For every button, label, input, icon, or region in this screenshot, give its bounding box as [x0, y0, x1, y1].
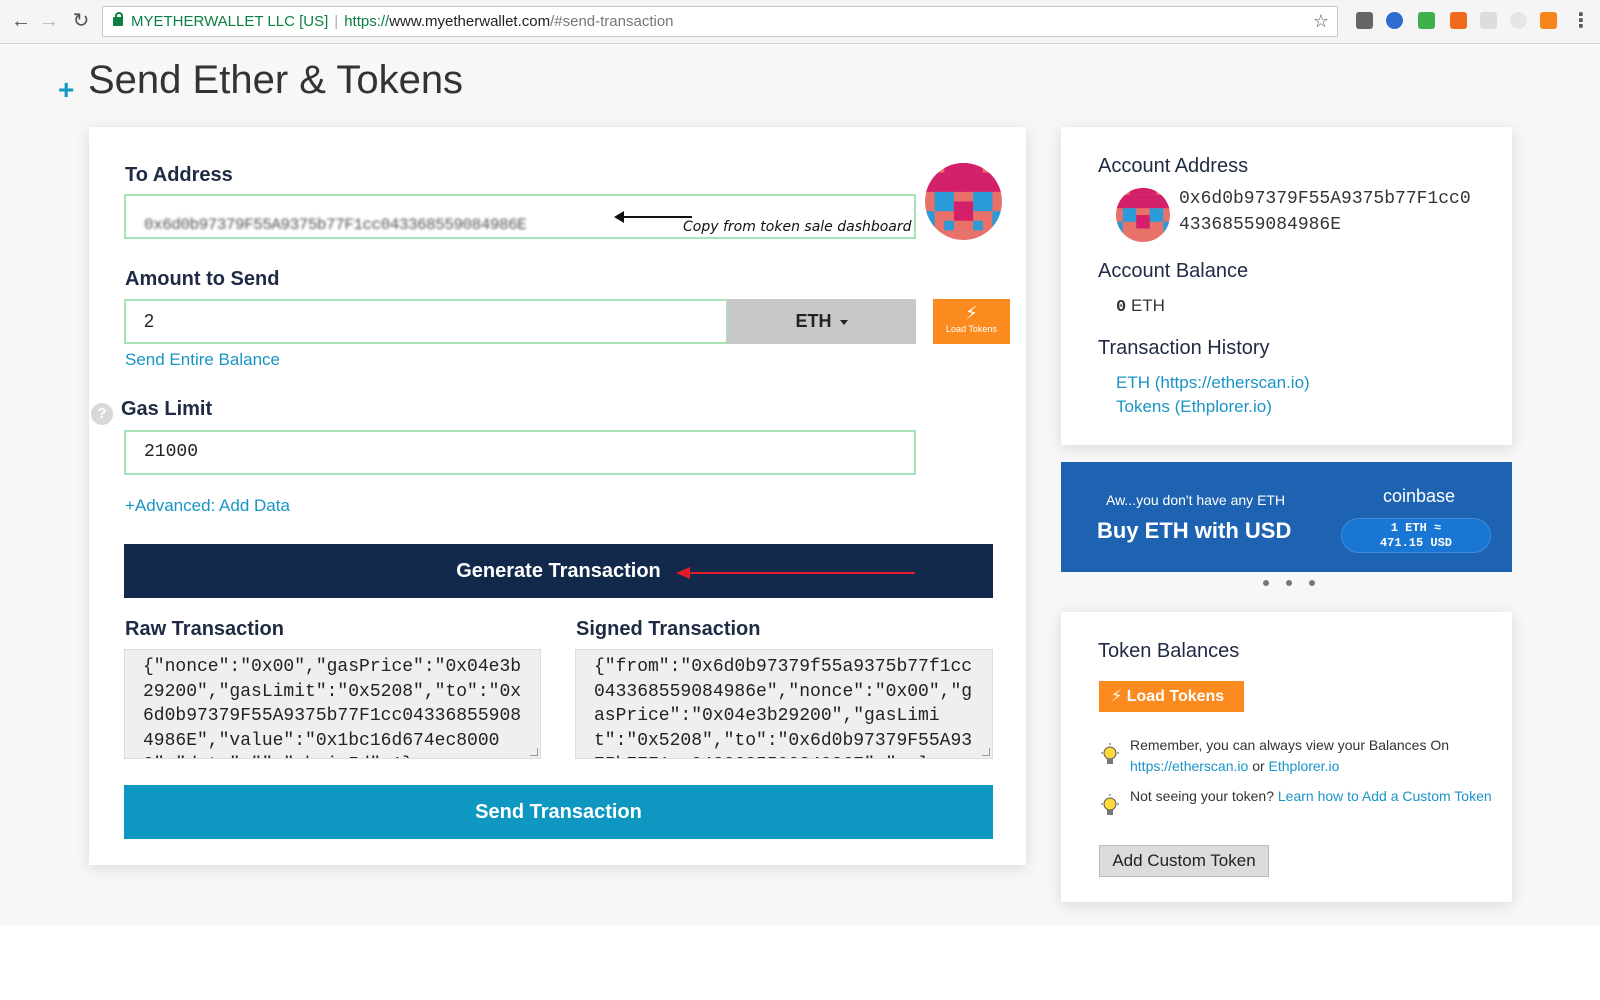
signed-transaction-textarea[interactable]: {"from":"0x6d0b97379f55a9375b77f1cc04336…	[575, 649, 993, 759]
browser-chrome: ← → ↻ MYETHERWALLET LLC [US] | https://www…	[0, 0, 1600, 44]
gas-limit-label: Gas Limit	[121, 398, 213, 420]
advanced-add-data-link[interactable]: +Advanced: Add Data	[125, 496, 290, 516]
forward-icon[interactable]: →	[36, 8, 62, 34]
account-address-title: Account Address	[1098, 155, 1249, 177]
carousel-dot[interactable]	[1263, 580, 1269, 586]
to-address-label: To Address	[125, 164, 233, 186]
extension-profile-icon[interactable]	[1386, 12, 1403, 29]
token-balances-title: Token Balances	[1098, 640, 1240, 662]
ev-certificate-name: MYETHERWALLET LLC [US]	[131, 13, 329, 30]
address-bar[interactable]: MYETHERWALLET LLC [US] | https://www.myeth…	[102, 6, 1338, 37]
unit-dropdown-label: ETH	[795, 311, 832, 331]
lightning-icon: ⚡	[1111, 688, 1123, 705]
account-balance-title: Account Balance	[1098, 260, 1249, 282]
generate-transaction-button[interactable]: Generate Transaction	[124, 544, 993, 598]
generate-transaction-label: Generate Transaction	[456, 560, 661, 582]
transaction-history-title: Transaction History	[1098, 337, 1270, 359]
tip-view-balances: Remember, you can always view your Balan…	[1130, 735, 1500, 777]
tip1-ethplorer-link[interactable]: Ethplorer.io	[1269, 758, 1340, 774]
load-tokens-label: Load Tokens	[1126, 688, 1225, 705]
tip2-text: Not seeing your token?	[1130, 788, 1274, 804]
signed-transaction-label: Signed Transaction	[576, 618, 761, 640]
annotation-text: Copy from token sale dashboard	[683, 219, 912, 235]
send-transaction-button[interactable]: Send Transaction	[124, 785, 993, 839]
lightning-icon: ⚡	[965, 303, 978, 323]
load-tokens-mini-label: Load Tokens	[946, 324, 997, 334]
annotation-arrow	[614, 211, 692, 223]
history-ethplorer-link[interactable]: Tokens (Ethplorer.io)	[1116, 397, 1272, 417]
lightbulb-icon	[1101, 743, 1119, 764]
extension-reader-icon[interactable]	[1356, 12, 1373, 29]
account-address-line2: 43368559084986E	[1179, 215, 1342, 235]
lock-icon	[113, 12, 123, 26]
plus-icon: +	[58, 74, 75, 105]
rate-line2: 471.15 USD	[1379, 536, 1452, 550]
page-title: Send Ether & Tokens	[88, 58, 464, 102]
balance-unit: ETH	[1130, 296, 1165, 315]
url-scheme: https://	[344, 13, 390, 30]
tip-custom-token: Not seeing your token? Learn how to Add …	[1130, 786, 1500, 807]
banner-big-text: Buy ETH with USD	[1097, 518, 1292, 543]
coinbase-banner[interactable]: Aw...you don't have any ETH Buy ETH with…	[1061, 462, 1512, 572]
extension-circle-icon[interactable]	[1510, 12, 1527, 29]
bookmark-star-icon[interactable]: ☆	[1313, 7, 1329, 36]
resize-handle-icon[interactable]	[982, 748, 990, 756]
tip2-custom-token-link[interactable]: Learn how to Add a Custom Token	[1278, 788, 1492, 804]
load-tokens-mini-button[interactable]: ⚡ Load Tokens	[933, 299, 1010, 344]
reload-icon[interactable]: ↻	[68, 8, 94, 34]
amount-label: Amount to Send	[125, 268, 280, 290]
signed-transaction-value: {"from":"0x6d0b97379f55a9375b77f1cc04336…	[594, 657, 973, 758]
send-entire-balance-link[interactable]: Send Entire Balance	[125, 350, 280, 370]
metamask-fox-icon[interactable]	[1540, 12, 1557, 29]
rate-line1: 1 ETH ≈	[1390, 521, 1442, 535]
tip1-or: or	[1252, 758, 1265, 774]
extension-grid-icon[interactable]	[1480, 12, 1497, 29]
tip1-text: Remember, you can always view your Balan…	[1130, 737, 1450, 753]
raw-transaction-label: Raw Transaction	[125, 618, 284, 640]
raw-transaction-textarea[interactable]: {"nonce":"0x00","gasPrice":"0x04e3b29200…	[124, 649, 541, 759]
unit-dropdown[interactable]: ETH	[727, 299, 916, 344]
balance-amount: 0	[1116, 298, 1127, 317]
to-address-identicon	[925, 163, 1002, 240]
tip1-etherscan-link[interactable]: https://etherscan.io	[1130, 758, 1248, 774]
amount-input[interactable]: 2	[124, 299, 728, 344]
help-icon[interactable]: ?	[91, 403, 113, 425]
red-annotation-arrow	[676, 567, 915, 579]
to-address-value: 0x6d0b97379F55A9375b77F1cc04336855908498…	[144, 216, 527, 234]
account-balance-value: 0 ETH	[1116, 296, 1165, 317]
back-icon[interactable]: ←	[8, 8, 34, 34]
coinbase-logo: coinbase	[1383, 486, 1456, 506]
account-identicon	[1116, 188, 1170, 242]
extension-tool-icon[interactable]	[1450, 12, 1467, 29]
history-etherscan-link[interactable]: ETH (https://etherscan.io)	[1116, 373, 1310, 393]
lightbulb-icon	[1101, 794, 1119, 815]
resize-handle-icon[interactable]	[530, 748, 538, 756]
url-host: www.myetherwallet.com	[389, 13, 551, 30]
carousel-dot[interactable]	[1286, 580, 1292, 586]
url-path: /#send-transaction	[550, 13, 674, 30]
raw-transaction-value: {"nonce":"0x00","gasPrice":"0x04e3b29200…	[143, 657, 522, 758]
eth-rate-pill: 1 ETH ≈ 471.15 USD	[1341, 518, 1491, 553]
extension-chart-icon[interactable]	[1418, 12, 1435, 29]
gas-limit-input[interactable]: 21000	[124, 430, 916, 475]
account-address-line1: 0x6d0b97379F55A9375b77F1cc0	[1179, 189, 1471, 209]
load-tokens-button[interactable]: ⚡ Load Tokens	[1099, 681, 1244, 712]
chevron-down-icon	[839, 319, 848, 325]
carousel-dot[interactable]	[1309, 580, 1315, 586]
add-custom-token-button[interactable]: Add Custom Token	[1099, 845, 1269, 877]
banner-small-text: Aw...you don't have any ETH	[1106, 492, 1286, 508]
browser-menu-icon[interactable]: ⋮	[1568, 8, 1594, 34]
send-transaction-label: Send Transaction	[475, 801, 642, 823]
to-address-input[interactable]: 0x6d0b97379F55A9375b77F1cc04336855908498…	[124, 194, 916, 239]
